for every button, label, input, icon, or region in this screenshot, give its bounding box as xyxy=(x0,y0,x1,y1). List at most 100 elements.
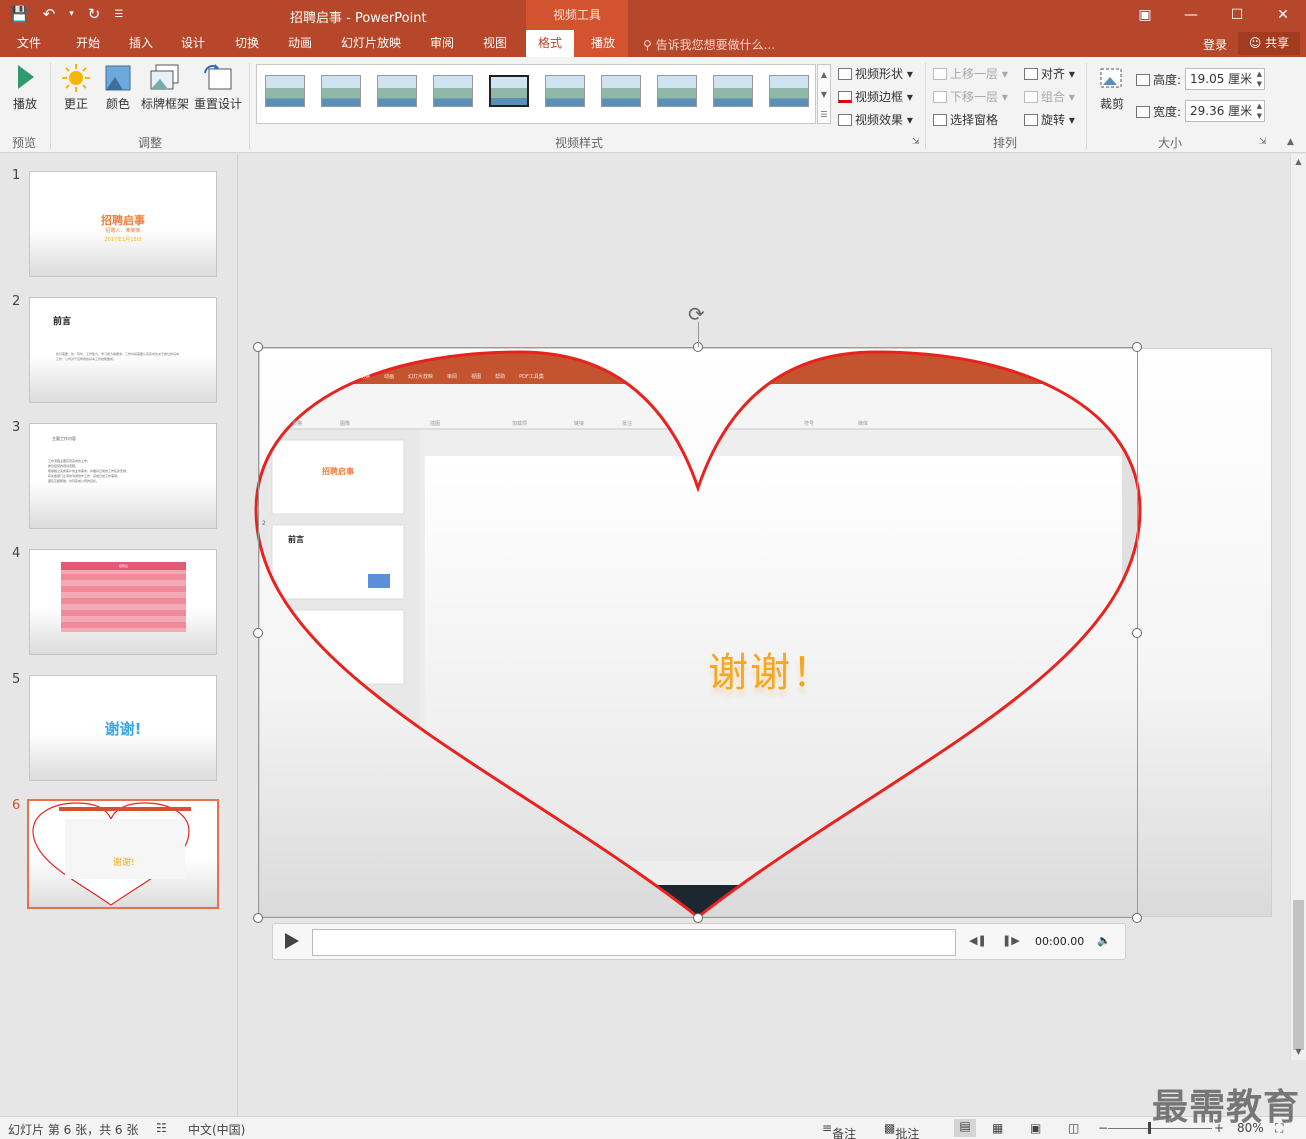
resize-handle[interactable] xyxy=(253,628,263,638)
zoom-out-icon[interactable]: − xyxy=(1098,1121,1108,1135)
undo-icon[interactable]: ↶ xyxy=(43,5,56,23)
slide-thumbnail-4[interactable]: 招聘表 xyxy=(29,549,217,655)
color-button[interactable]: 颜色 xyxy=(100,63,136,112)
tab-review[interactable]: 审阅 xyxy=(419,30,465,57)
play-preview-button[interactable]: 播放 xyxy=(10,63,40,112)
slide-thumbnail-6[interactable]: 谢谢! xyxy=(27,799,219,909)
slide-thumbnail-5[interactable]: 谢谢! xyxy=(29,675,217,781)
play-icon xyxy=(18,65,34,89)
selection-pane-icon xyxy=(933,114,947,126)
video-style-3[interactable] xyxy=(377,75,417,107)
resize-handle[interactable] xyxy=(253,342,263,352)
video-style-5[interactable] xyxy=(489,75,529,107)
tab-file[interactable]: 文件 xyxy=(8,30,50,57)
customize-qat-icon[interactable]: ☰ xyxy=(114,9,123,20)
video-style-4[interactable] xyxy=(433,75,473,107)
bring-forward-button[interactable]: 上移一层 ▾ xyxy=(933,65,1008,82)
group-button[interactable]: 组合 ▾ xyxy=(1024,88,1075,105)
bring-forward-icon xyxy=(933,68,947,80)
poster-frame-button[interactable]: 标牌框架 xyxy=(140,63,190,112)
close-icon[interactable]: ✕ xyxy=(1260,0,1306,30)
video-style-7[interactable] xyxy=(601,75,641,107)
video-style-1[interactable] xyxy=(265,75,305,107)
rotate-button[interactable]: 旋转 ▾ xyxy=(1024,111,1075,128)
minimize-icon[interactable]: — xyxy=(1168,0,1214,30)
size-dialog-launcher-icon[interactable]: ⇲ xyxy=(1259,137,1267,147)
tab-format[interactable]: 格式 xyxy=(526,30,574,57)
slideshow-view-icon[interactable]: ◫ xyxy=(1068,1121,1079,1135)
seek-bar[interactable] xyxy=(312,929,956,956)
scroll-up-icon[interactable]: ▲ xyxy=(1291,154,1306,170)
step-forward-icon[interactable]: ❚▶ xyxy=(1002,934,1020,947)
width-input[interactable]: 29.36 厘米 ▲ ▼ xyxy=(1185,100,1265,122)
tab-view[interactable]: 视图 xyxy=(472,30,518,57)
language-status[interactable]: 中文(中国) xyxy=(188,1121,245,1138)
volume-icon[interactable]: 🔈 xyxy=(1097,934,1111,947)
crop-button[interactable]: 裁剪 xyxy=(1095,65,1129,112)
collapse-ribbon-icon[interactable]: ▲ xyxy=(1287,137,1294,147)
login-link[interactable]: 登录 xyxy=(1203,36,1227,53)
video-effects-button[interactable]: 视频效果 ▾ xyxy=(838,111,913,128)
comments-button[interactable]: ▩ 批注 xyxy=(884,1121,919,1139)
send-backward-button[interactable]: 下移一层 ▾ xyxy=(933,88,1008,105)
corrections-button[interactable]: 更正 xyxy=(58,63,94,112)
slide-number-2: 2 xyxy=(12,294,21,309)
video-style-9[interactable] xyxy=(713,75,753,107)
resize-handle[interactable] xyxy=(693,913,703,923)
video-shape-button[interactable]: 视频形状 ▾ xyxy=(838,65,913,82)
zoom-slider-thumb[interactable] xyxy=(1148,1122,1151,1134)
notes-button[interactable]: ≡ 备注 xyxy=(822,1121,856,1139)
tab-insert[interactable]: 插入 xyxy=(118,30,164,57)
video-style-2[interactable] xyxy=(321,75,361,107)
inner-slide-number: 2 xyxy=(262,520,266,527)
reset-design-button[interactable]: 重置设计 xyxy=(193,63,243,112)
scroll-down-icon[interactable]: ▼ xyxy=(1291,1044,1306,1060)
tell-me-search[interactable]: ⚲ 告诉我您想要做什么... xyxy=(643,36,775,53)
selection-pane-button[interactable]: 选择窗格 xyxy=(933,111,998,128)
video-style-8[interactable] xyxy=(657,75,697,107)
play-icon[interactable] xyxy=(285,933,299,949)
tab-home[interactable]: 开始 xyxy=(64,30,112,57)
tab-animations[interactable]: 动画 xyxy=(277,30,323,57)
resize-handle[interactable] xyxy=(253,913,263,923)
slide-thumbnail-1[interactable]: 招聘启事 招聘人：某某某 2017年1月15日 xyxy=(29,171,217,277)
slide-thumbnail-3[interactable]: 主要工作内容 工作流程主要实现完成的工作； 岗位接受的培训流程； 能够独立完成客… xyxy=(29,423,217,529)
height-input[interactable]: 19.05 厘米 ▲ ▼ xyxy=(1185,68,1265,90)
step-back-icon[interactable]: ◀❚ xyxy=(969,934,987,947)
dropdown-arrow-icon[interactable]: ▾ xyxy=(69,9,74,19)
vertical-scrollbar[interactable]: ▲ ▼ xyxy=(1290,154,1306,1060)
gallery-down-icon[interactable]: ▼ xyxy=(818,85,830,105)
accessibility-icon[interactable]: ☷ xyxy=(156,1121,167,1135)
tab-transitions[interactable]: 切换 xyxy=(224,30,270,57)
video-style-6[interactable] xyxy=(545,75,585,107)
video-border-button[interactable]: 视频边框 ▾ xyxy=(838,88,913,105)
gallery-scroll[interactable]: ▲ ▼ ☰ xyxy=(817,64,831,124)
tab-slideshow[interactable]: 幻灯片放映 xyxy=(332,30,410,57)
lightbulb-icon: ⚲ xyxy=(643,38,656,52)
reading-view-icon[interactable]: ▣ xyxy=(1030,1121,1041,1135)
save-icon[interactable]: 💾 xyxy=(10,5,29,23)
resize-handle[interactable] xyxy=(1132,913,1142,923)
share-button[interactable]: ☺ 共享 xyxy=(1238,32,1300,55)
gallery-more-icon[interactable]: ☰ xyxy=(818,105,830,125)
video-styles-gallery[interactable] xyxy=(256,64,816,124)
tab-design[interactable]: 设计 xyxy=(170,30,216,57)
ribbon-display-icon[interactable]: ▣ xyxy=(1122,0,1168,30)
height-spinner[interactable]: ▲ ▼ xyxy=(1257,69,1262,89)
redo-icon[interactable]: ↻ xyxy=(88,5,101,23)
slide-sorter-icon[interactable]: ▦ xyxy=(992,1121,1003,1135)
slide-thumbnail-2[interactable]: 前言 我们需要：热，同时，工作能力，学习能力等要求。工作时候需要认真完成的关于岗… xyxy=(29,297,217,403)
gallery-up-icon[interactable]: ▲ xyxy=(818,65,830,85)
normal-view-icon[interactable]: ▤ xyxy=(954,1119,976,1137)
resize-handle[interactable] xyxy=(1132,628,1142,638)
video-style-10[interactable] xyxy=(769,75,809,107)
maximize-icon[interactable]: ☐ xyxy=(1214,0,1260,30)
width-spinner[interactable]: ▲ ▼ xyxy=(1257,101,1262,121)
heart-video[interactable] xyxy=(250,340,1150,930)
dialog-launcher-icon[interactable]: ⇲ xyxy=(912,137,920,147)
tab-playback[interactable]: 播放 xyxy=(580,30,626,57)
rotate-handle-icon[interactable]: ⟳ xyxy=(688,302,705,326)
scroll-thumb[interactable] xyxy=(1293,900,1304,1050)
align-button[interactable]: 对齐 ▾ xyxy=(1024,65,1075,82)
resize-handle[interactable] xyxy=(1132,342,1142,352)
